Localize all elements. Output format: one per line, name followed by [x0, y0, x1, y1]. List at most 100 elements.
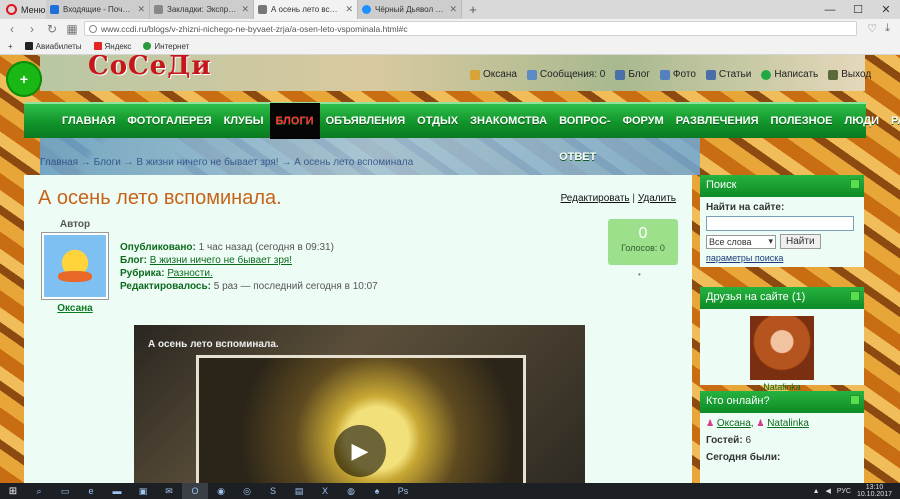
sky-background: [40, 135, 700, 175]
friend-avatar[interactable]: [750, 316, 814, 380]
firefox-icon[interactable]: ◉: [208, 483, 234, 499]
post-actions: Редактировать | Удалить: [561, 193, 676, 204]
excel-icon[interactable]: X: [312, 483, 338, 499]
search-mode-select[interactable]: Все слова ▾: [706, 234, 776, 249]
guests-line: Гостей: 6: [706, 435, 858, 446]
speed-dial-icon[interactable]: ▦: [64, 22, 80, 36]
online-user-link[interactable]: Оксана: [717, 418, 751, 429]
tab-video[interactable]: Чёрный Дьявол 1993 смо ✕: [358, 0, 462, 19]
network-icon[interactable]: ▲: [813, 488, 820, 495]
play-icon[interactable]: ▶: [334, 425, 386, 477]
close-icon[interactable]: ✕: [345, 4, 353, 15]
skype-icon[interactable]: S: [260, 483, 286, 499]
menu-item-clubs[interactable]: КЛУБЫ: [218, 103, 270, 139]
search-input[interactable]: [706, 216, 854, 231]
address-bar: ‹ › ↻ ▦ www.ccdi.ru/blogs/v-zhizni-niche…: [0, 19, 900, 38]
search-button[interactable]: Найти: [780, 234, 821, 249]
online-user-link[interactable]: Natalinka: [767, 418, 809, 429]
language-indicator[interactable]: РУС: [837, 488, 851, 495]
opera-taskbar-icon[interactable]: O: [182, 483, 208, 499]
chrome-icon[interactable]: ◎: [234, 483, 260, 499]
sun-avatar-image: [44, 235, 106, 297]
menu-item-qa[interactable]: ВОПРОС-ОТВЕТ: [553, 103, 617, 163]
forward-icon[interactable]: ›: [24, 22, 40, 36]
store-icon[interactable]: ▣: [130, 483, 156, 499]
volume-icon[interactable]: ◀: [826, 487, 831, 495]
menu-item-gallery[interactable]: ФОТОГАЛЕРЕЯ: [121, 103, 217, 139]
menu-item-ads[interactable]: ОБЪЯВЛЕНИЯ: [320, 103, 412, 139]
task-view-icon[interactable]: ▭: [52, 483, 78, 499]
menu-item-forum[interactable]: ФОРУМ: [617, 103, 670, 139]
collapse-icon[interactable]: [850, 291, 860, 301]
meta-label: Блог:: [120, 255, 148, 266]
close-window-icon[interactable]: ✕: [872, 0, 900, 19]
clock[interactable]: 13:10 10.10.2017: [857, 484, 892, 498]
tab-current-post[interactable]: А осень лето вспоминала ✕: [254, 0, 358, 19]
rubric-link[interactable]: Разности.: [167, 268, 212, 279]
userbar-profile[interactable]: Оксана: [470, 69, 517, 80]
author-link[interactable]: Оксана: [57, 303, 93, 314]
search-widget-header: Поиск: [700, 175, 864, 197]
back-icon[interactable]: ‹: [4, 22, 20, 36]
tab-bookmarks[interactable]: Закладки: Экспресс-пане ✕: [150, 0, 254, 19]
menu-item-rest[interactable]: ОТДЫХ: [411, 103, 464, 139]
bookmark-label: Яндекс: [104, 41, 132, 51]
userbar-label: Статьи: [718, 69, 752, 80]
reload-icon[interactable]: ↻: [44, 22, 60, 36]
cards-icon[interactable]: ♠: [364, 483, 390, 499]
bookmark-aviabilety[interactable]: Авиабилеты: [24, 41, 82, 51]
bookmark-yandex[interactable]: Яндекс: [93, 41, 132, 51]
userbar-messages[interactable]: Сообщения: 0: [526, 69, 605, 80]
search-icon[interactable]: ⌕: [26, 483, 52, 499]
userbar-logout[interactable]: Выход: [828, 69, 871, 80]
photoshop-icon[interactable]: Ps: [390, 483, 416, 499]
close-icon[interactable]: ✕: [241, 4, 249, 15]
add-bookmark-icon[interactable]: +: [8, 42, 13, 51]
opera-menu-button[interactable]: Меню: [0, 0, 46, 19]
download-icon[interactable]: ⤓: [885, 22, 890, 35]
search-params-link[interactable]: параметры поиска: [706, 253, 858, 263]
breadcrumb[interactable]: Главная → Блоги → В жизни ничего не быва…: [40, 157, 413, 168]
delete-link[interactable]: Удалить: [638, 193, 676, 204]
site-logo[interactable]: СоСеДи: [88, 55, 212, 79]
meta-label: Опубликовано:: [120, 242, 196, 253]
plane-icon: [24, 42, 33, 50]
clock-time: 13:10: [865, 484, 884, 491]
menu-item-useful[interactable]: ПОЛЕЗНОЕ: [765, 103, 839, 139]
close-icon[interactable]: ✕: [449, 4, 457, 15]
collapse-icon[interactable]: [850, 395, 860, 405]
maximize-icon[interactable]: ☐: [844, 0, 872, 19]
add-widget-button[interactable]: +: [6, 61, 42, 97]
mail-app-icon[interactable]: ✉: [156, 483, 182, 499]
menu-item-fun[interactable]: РАЗВЛЕЧЕНИЯ: [670, 103, 765, 139]
collapse-icon[interactable]: [850, 179, 860, 189]
avatar[interactable]: [41, 232, 109, 300]
folder-icon[interactable]: ▬: [104, 483, 130, 499]
userbar-articles[interactable]: Статьи: [705, 69, 752, 80]
menu-item-home[interactable]: ГЛАВНАЯ: [56, 103, 121, 139]
new-tab-button[interactable]: +: [462, 0, 484, 19]
tab-mail[interactable]: Входящие - Почта Mail.R ✕: [46, 0, 150, 19]
windows-start-icon[interactable]: ⊞: [0, 486, 26, 497]
meta-label: Рубрика:: [120, 268, 165, 279]
heart-icon[interactable]: ♡: [867, 22, 877, 35]
vote-box[interactable]: 0 Голосов: 0: [608, 219, 678, 265]
userbar-write[interactable]: Написать: [761, 69, 818, 80]
menu-item-stories[interactable]: РАССКАЗЫ: [885, 103, 900, 139]
bookmark-label: Авиабилеты: [35, 41, 82, 51]
media-icon[interactable]: ◍: [338, 483, 364, 499]
edge-icon[interactable]: e: [78, 483, 104, 499]
userbar-photo[interactable]: Фото: [659, 69, 696, 80]
menu-item-people[interactable]: ЛЮДИ: [838, 103, 885, 139]
url-field[interactable]: www.ccdi.ru/blogs/v-zhizni-nichego-ne-by…: [84, 21, 858, 36]
userbar-blog[interactable]: Блог: [615, 69, 650, 80]
menu-item-dating[interactable]: ЗНАКОМСТВА: [464, 103, 553, 139]
edit-link[interactable]: Редактировать: [561, 193, 630, 204]
close-icon[interactable]: ✕: [137, 4, 145, 15]
bookmark-internet[interactable]: Интернет: [143, 42, 189, 51]
blog-link[interactable]: В жизни ничего не бывает зря!: [150, 255, 292, 266]
minimize-icon[interactable]: —: [816, 0, 844, 19]
video-player[interactable]: А осень лето вспоминала. ▶: [134, 325, 585, 483]
files-icon[interactable]: ▤: [286, 483, 312, 499]
menu-item-blogs[interactable]: БЛОГИ: [269, 103, 320, 139]
